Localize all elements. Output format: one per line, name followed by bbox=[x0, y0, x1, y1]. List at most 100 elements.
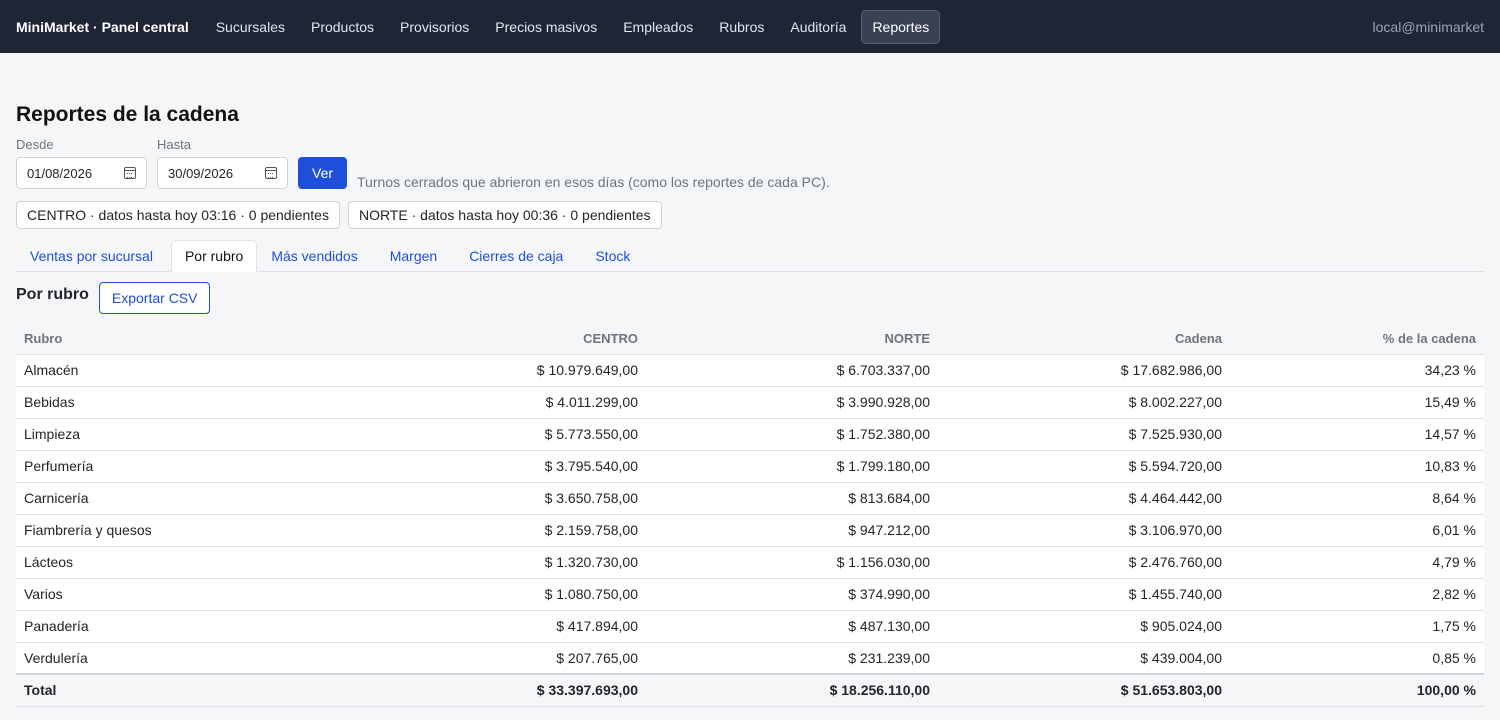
nav-item-sucursales[interactable]: Sucursales bbox=[205, 10, 296, 44]
table-cell-centro: $ 1.320.730,00 bbox=[346, 546, 646, 579]
table-cell-cadena: $ 8.002.227,00 bbox=[938, 386, 1230, 419]
table-cell-cadena: $ 7.525.930,00 bbox=[938, 418, 1230, 451]
filter-note: Turnos cerrados que abrieron en esos día… bbox=[357, 174, 830, 190]
table-cell-norte: $ 231.239,00 bbox=[646, 642, 938, 675]
date-filters: Desde 01/08/2026 Hasta 30/09/2026 Ver Tu… bbox=[16, 137, 1484, 190]
table-cell-rubro: Carnicería bbox=[16, 482, 346, 515]
total-cell-de-la-cadena: 100,00 % bbox=[1230, 673, 1484, 707]
table-cell-de-la-cadena: 0,85 % bbox=[1230, 642, 1484, 675]
table-header-row: Rubro CENTRO NORTE Cadena% de la cadena bbox=[16, 324, 1484, 355]
page-title: Reportes de la cadena bbox=[16, 103, 239, 126]
hasta-label: Hasta bbox=[157, 137, 191, 152]
table-cell-de-la-cadena: 34,23 % bbox=[1230, 354, 1484, 387]
table-cell-de-la-cadena: 4,79 % bbox=[1230, 546, 1484, 579]
table-cell-rubro: Fiambrería y quesos bbox=[16, 514, 346, 547]
column-header-norte[interactable]: NORTE bbox=[646, 324, 938, 355]
table-row: Bebidas $ 4.011.299,00 $ 3.990.928,00 $ 8.0… bbox=[16, 386, 1484, 419]
total-cell-rubro: Total bbox=[16, 673, 346, 707]
tab-ventas-por-sucursal[interactable]: Ventas por sucursal bbox=[16, 240, 167, 272]
table-cell-norte: $ 6.703.337,00 bbox=[646, 354, 938, 387]
rubro-table: Rubro CENTRO NORTE Cadena% de la cadena Alm… bbox=[16, 324, 1484, 707]
nav-item-provisorios[interactable]: Provisorios bbox=[389, 10, 480, 44]
table-row: Limpieza $ 5.773.550,00 $ 1.752.380,00 $ 7.… bbox=[16, 418, 1484, 451]
table-cell-norte: $ 374.990,00 bbox=[646, 578, 938, 611]
table-row: Fiambrería y quesos $ 2.159.758,00 $ 947.2… bbox=[16, 514, 1484, 547]
table-cell-norte: $ 3.990.928,00 bbox=[646, 386, 938, 419]
table-cell-cadena: $ 4.464.442,00 bbox=[938, 482, 1230, 515]
tab-margen[interactable]: Margen bbox=[376, 240, 451, 272]
brand-title[interactable]: MiniMarket · Panel central bbox=[16, 19, 189, 35]
table-cell-cadena: $ 905.024,00 bbox=[938, 610, 1230, 643]
section-header: Por rubro Exportar CSV bbox=[16, 282, 1484, 314]
table-cell-norte: $ 1.752.380,00 bbox=[646, 418, 938, 451]
table-cell-de-la-cadena: 1,75 % bbox=[1230, 610, 1484, 643]
export-csv-button[interactable]: Exportar CSV bbox=[98, 282, 211, 314]
top-navbar: MiniMarket · Panel central Sucursales Pro… bbox=[0, 0, 1500, 53]
column-header-de-la-cadena[interactable]: % de la cadena bbox=[1230, 324, 1484, 355]
main-content: Reportes de la cadena Desde 01/08/2026 H… bbox=[0, 103, 1500, 707]
column-header-centro[interactable]: CENTRO bbox=[346, 324, 646, 355]
desde-field: Desde 01/08/2026 bbox=[16, 137, 147, 189]
table-cell-de-la-cadena: 8,64 % bbox=[1230, 482, 1484, 515]
table-total-row: Total $ 33.397.693,00 $ 18.256.110,00 $ 51.… bbox=[16, 673, 1484, 707]
tab-por-rubro[interactable]: Por rubro bbox=[170, 240, 258, 272]
hasta-field: Hasta 30/09/2026 bbox=[157, 137, 288, 189]
calendar-icon[interactable] bbox=[124, 167, 136, 179]
tab-mas-vendidos[interactable]: Más vendidos bbox=[257, 240, 371, 272]
table-cell-centro: $ 3.650.758,00 bbox=[346, 482, 646, 515]
nav-item-empleados[interactable]: Empleados bbox=[612, 10, 704, 44]
calendar-icon[interactable] bbox=[265, 167, 277, 179]
table-cell-cadena: $ 439.004,00 bbox=[938, 642, 1230, 675]
table-body: Almacén $ 10.979.649,00 $ 6.703.337,00 $ 17… bbox=[16, 354, 1484, 707]
table-cell-de-la-cadena: 10,83 % bbox=[1230, 450, 1484, 483]
desde-date-value: 01/08/2026 bbox=[27, 165, 93, 181]
table-cell-norte: $ 1.799.180,00 bbox=[646, 450, 938, 483]
table-row: Almacén $ 10.979.649,00 $ 6.703.337,00 $ 17… bbox=[16, 354, 1484, 387]
column-header-cadena[interactable]: Cadena bbox=[938, 324, 1230, 355]
table-cell-norte: $ 487.130,00 bbox=[646, 610, 938, 643]
table-cell-centro: $ 5.773.550,00 bbox=[346, 418, 646, 451]
hasta-date-value: 30/09/2026 bbox=[168, 165, 234, 181]
table-row: Panadería $ 417.894,00 $ 487.130,00 $ 905.0… bbox=[16, 610, 1484, 643]
nav-item-rubros[interactable]: Rubros bbox=[708, 10, 775, 44]
table-cell-cadena: $ 1.455.740,00 bbox=[938, 578, 1230, 611]
total-cell-cadena: $ 51.653.803,00 bbox=[938, 673, 1230, 707]
column-header-rubro[interactable]: Rubro bbox=[16, 324, 346, 355]
table-cell-norte: $ 813.684,00 bbox=[646, 482, 938, 515]
status-badge: NORTE · datos hasta hoy 00:36 · 0 pendie… bbox=[347, 201, 662, 229]
table-cell-centro: $ 4.011.299,00 bbox=[346, 386, 646, 419]
table-cell-centro: $ 1.080.750,00 bbox=[346, 578, 646, 611]
table-row: Varios $ 1.080.750,00 $ 374.990,00 $ 1.455.… bbox=[16, 578, 1484, 611]
hasta-date-input[interactable]: 30/09/2026 bbox=[157, 157, 288, 189]
main-nav: Sucursales Productos Provisorios Precios ma… bbox=[205, 9, 941, 44]
tab-stock[interactable]: Stock bbox=[581, 240, 644, 272]
table-cell-centro: $ 207.765,00 bbox=[346, 642, 646, 675]
table-cell-rubro: Verdulería bbox=[16, 642, 346, 675]
table-cell-cadena: $ 5.594.720,00 bbox=[938, 450, 1230, 483]
nav-item-auditoria[interactable]: Auditoría bbox=[779, 10, 857, 44]
table-cell-rubro: Lácteos bbox=[16, 546, 346, 579]
user-label: local@minimarket bbox=[1372, 18, 1484, 35]
table-cell-centro: $ 3.795.540,00 bbox=[346, 450, 646, 483]
nav-item-productos[interactable]: Productos bbox=[300, 10, 385, 44]
ver-button[interactable]: Ver bbox=[298, 157, 348, 189]
table-cell-de-la-cadena: 14,57 % bbox=[1230, 418, 1484, 451]
nav-item-precios-masivos[interactable]: Precios masivos bbox=[484, 10, 608, 44]
desde-date-input[interactable]: 01/08/2026 bbox=[16, 157, 147, 189]
table-cell-norte: $ 1.156.030,00 bbox=[646, 546, 938, 579]
table-cell-rubro: Almacén bbox=[16, 354, 346, 387]
table-cell-cadena: $ 2.476.760,00 bbox=[938, 546, 1230, 579]
table-cell-de-la-cadena: 2,82 % bbox=[1230, 578, 1484, 611]
total-cell-norte: $ 18.256.110,00 bbox=[646, 673, 938, 707]
table-row: Verdulería $ 207.765,00 $ 231.239,00 $ 439.… bbox=[16, 642, 1484, 675]
table-cell-centro: $ 417.894,00 bbox=[346, 610, 646, 643]
desde-label: Desde bbox=[16, 137, 54, 152]
total-cell-centro: $ 33.397.693,00 bbox=[346, 673, 646, 707]
table-cell-cadena: $ 3.106.970,00 bbox=[938, 514, 1230, 547]
table-cell-centro: $ 10.979.649,00 bbox=[346, 354, 646, 387]
table-cell-cadena: $ 17.682.986,00 bbox=[938, 354, 1230, 387]
nav-item-reportes[interactable]: Reportes bbox=[861, 9, 941, 44]
table-cell-rubro: Bebidas bbox=[16, 386, 346, 419]
section-title: Por rubro bbox=[16, 286, 89, 303]
tab-cierres-de-caja[interactable]: Cierres de caja bbox=[455, 240, 577, 272]
